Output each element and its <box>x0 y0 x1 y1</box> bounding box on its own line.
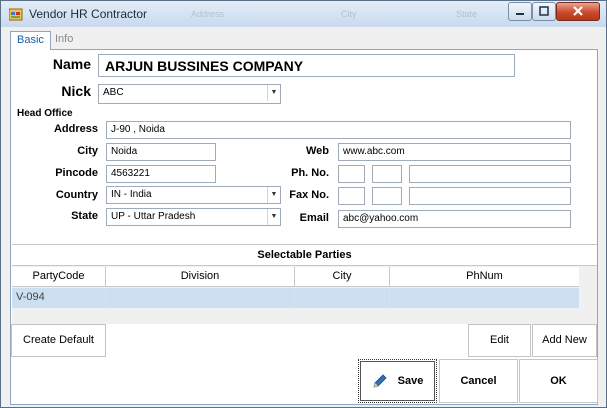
phone-area-code-field[interactable] <box>372 165 402 183</box>
main-window: Vendor HR Contractor Address City State … <box>0 0 607 408</box>
state-value: UP - Uttar Pradesh <box>111 211 196 222</box>
state-combo[interactable]: UP - Uttar Pradesh ▼ <box>106 208 281 226</box>
minimize-icon <box>516 13 524 15</box>
address-label: Address <box>53 123 98 135</box>
name-field[interactable]: ARJUN BUSSINES COMPANY <box>98 54 515 77</box>
edit-button[interactable]: Edit <box>468 324 531 357</box>
cell-partycode[interactable]: V-094 <box>12 288 106 308</box>
cancel-button[interactable]: Cancel <box>439 359 518 403</box>
pincode-label: Pincode <box>55 167 98 179</box>
city-label: City <box>77 145 98 157</box>
nick-combo[interactable]: ABC ▼ <box>98 84 281 104</box>
tab-basic[interactable]: Basic <box>10 31 51 50</box>
column-header-phnum[interactable]: PhNum <box>390 267 579 287</box>
name-label: Name <box>52 56 91 72</box>
phone-country-code-field[interactable] <box>338 165 365 183</box>
nick-label: Nick <box>61 83 91 99</box>
address-field[interactable]: J-90 , Noida <box>106 121 571 139</box>
state-label: State <box>71 210 98 222</box>
basic-panel: Name ARJUN BUSSINES COMPANY Nick ABC ▼ H… <box>10 49 598 405</box>
city-field[interactable]: Noida <box>106 143 216 161</box>
chevron-down-icon[interactable]: ▼ <box>267 85 280 101</box>
country-label: Country <box>55 189 98 201</box>
minimize-button[interactable] <box>508 2 532 21</box>
parties-grid: Selectable Parties PartyCode Division Ci… <box>12 244 597 324</box>
phone-number-field[interactable] <box>409 165 571 183</box>
pincode-field[interactable]: 4563221 <box>106 165 216 183</box>
add-new-button[interactable]: Add New <box>532 324 597 357</box>
nick-value: ABC <box>103 87 124 98</box>
maximize-button[interactable] <box>532 2 556 21</box>
phone-label: Ph. No. <box>291 167 329 179</box>
ghost-label: City <box>341 9 357 19</box>
fax-country-code-field[interactable] <box>338 187 365 205</box>
close-icon <box>573 6 583 16</box>
column-header-division[interactable]: Division <box>106 267 295 287</box>
country-combo[interactable]: IN - India ▼ <box>106 186 281 204</box>
grid-header-row: PartyCode Division City PhNum <box>12 267 579 287</box>
pencil-icon <box>373 374 387 388</box>
fax-area-code-field[interactable] <box>372 187 402 205</box>
window-title: Vendor HR Contractor <box>29 7 148 21</box>
fax-label: Fax No. <box>289 189 329 201</box>
create-default-button[interactable]: Create Default <box>11 324 106 357</box>
title-bar: Vendor HR Contractor Address City State <box>1 1 606 27</box>
client-area: Basic Info Name ARJUN BUSSINES COMPANY N… <box>8 29 601 407</box>
email-field[interactable]: abc@yahoo.com <box>338 210 571 228</box>
save-label: Save <box>397 375 424 387</box>
tab-info[interactable]: Info <box>49 31 79 49</box>
maximize-icon <box>539 6 549 16</box>
email-label: Email <box>299 212 329 224</box>
country-value: IN - India <box>111 189 152 200</box>
grid-caption: Selectable Parties <box>12 244 597 266</box>
cell-city[interactable] <box>295 288 390 308</box>
close-button[interactable] <box>556 2 600 21</box>
save-button[interactable]: Save <box>358 359 437 403</box>
table-row[interactable]: V-094 <box>12 288 579 308</box>
web-field[interactable]: www.abc.com <box>338 143 571 161</box>
head-office-section: Head Office <box>17 108 73 119</box>
ghost-label: Address <box>191 9 225 19</box>
cell-division[interactable] <box>106 288 295 308</box>
web-label: Web <box>305 145 329 157</box>
fax-number-field[interactable] <box>409 187 571 205</box>
app-icon <box>9 8 23 21</box>
ok-button[interactable]: OK <box>519 359 598 403</box>
column-header-city[interactable]: City <box>295 267 390 287</box>
ghost-label: State <box>456 9 478 19</box>
cell-phnum[interactable] <box>390 288 579 308</box>
column-header-partycode[interactable]: PartyCode <box>12 267 106 287</box>
